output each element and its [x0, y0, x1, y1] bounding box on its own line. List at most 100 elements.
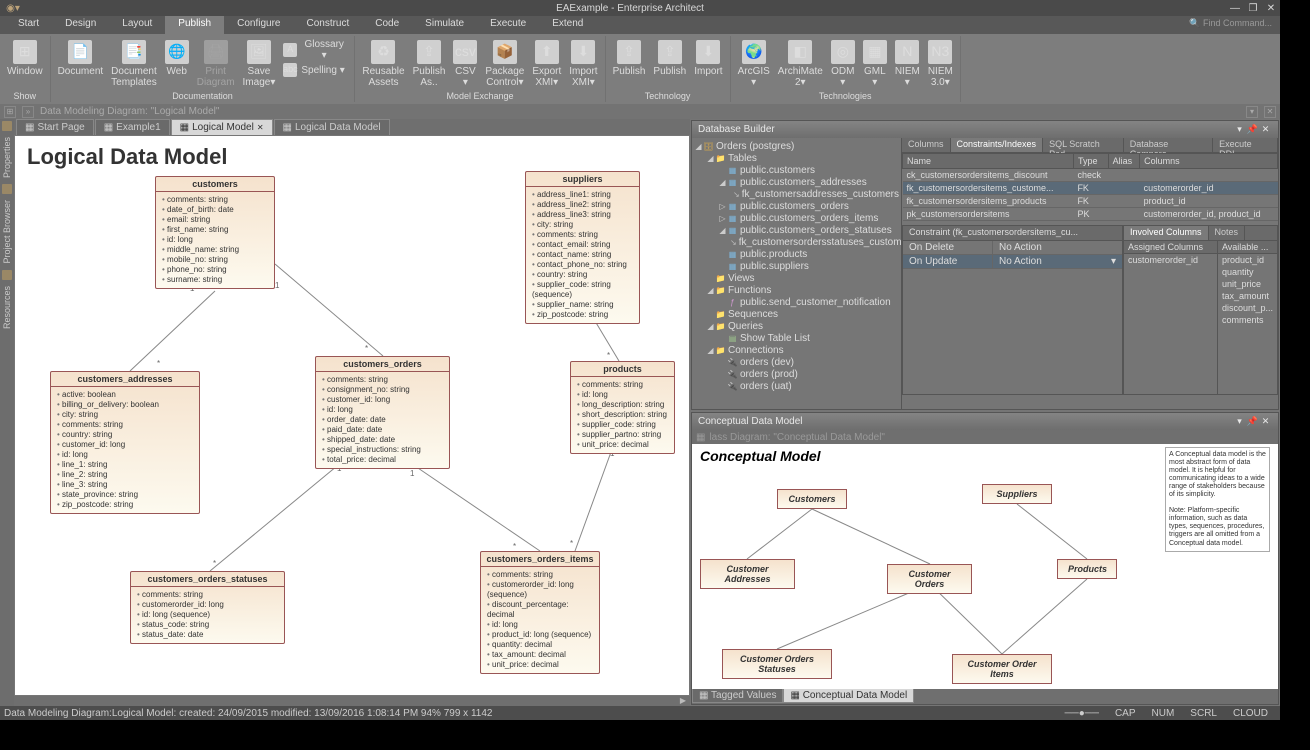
ribbon-import[interactable]: ⬇ImportXMI▾: [565, 38, 601, 90]
rail-tab-properties[interactable]: Properties: [1, 133, 13, 182]
involved-columns-panel[interactable]: Involved ColumnsNotes Assigned Columns c…: [1123, 225, 1278, 395]
conceptual-entity[interactable]: Products: [1057, 559, 1117, 579]
rail-tab-projectbrowser[interactable]: Project Browser: [1, 196, 13, 268]
entity-products[interactable]: productscomments: stringid: longlong_des…: [570, 361, 675, 454]
menu-tab-design[interactable]: Design: [52, 16, 109, 34]
entity-customers_orders_statuses[interactable]: customers_orders_statusescomments: strin…: [130, 571, 285, 644]
ribbon-publish[interactable]: ⇪Publish: [649, 38, 690, 79]
status-zoom-slider[interactable]: ──●──: [1057, 708, 1107, 719]
tree-node[interactable]: ▷▦public.customers_orders_items: [692, 212, 901, 224]
find-command-input[interactable]: 🔍 Find Command...: [1181, 16, 1280, 34]
ribbon-niem[interactable]: NNIEM▾: [891, 38, 924, 90]
grid-row[interactable]: fk_customersordersitems_productsFKproduc…: [903, 195, 1278, 208]
rail-icon[interactable]: [2, 184, 12, 194]
cd-bottom-tab[interactable]: ▦ Conceptual Data Model: [783, 689, 914, 703]
tree-node[interactable]: ▦public.customers: [692, 164, 901, 176]
panel-pin-icon[interactable]: 📌: [1246, 124, 1259, 135]
menu-tab-construct[interactable]: Construct: [293, 16, 362, 34]
app-menu-icon[interactable]: ◉▾: [3, 2, 23, 14]
menu-tab-extend[interactable]: Extend: [539, 16, 596, 34]
rail-icon[interactable]: [2, 270, 12, 280]
ribbon-publish[interactable]: ⇪PublishAs..: [409, 38, 450, 90]
tree-node[interactable]: ◢🗄Orders (postgres): [692, 140, 901, 152]
ribbon-glossary[interactable]: AGlossary ▾: [279, 38, 351, 62]
ribbon-publish[interactable]: ⇪Publish: [609, 38, 650, 79]
ribbon-import[interactable]: ⬇Import: [690, 38, 726, 79]
close-icon[interactable]: ✕: [1265, 3, 1277, 14]
grid-header[interactable]: Alias: [1108, 154, 1139, 169]
available-column[interactable]: comments: [1218, 314, 1277, 326]
db-tab[interactable]: Constraints/Indexes: [951, 138, 1044, 152]
tree-node[interactable]: ▦public.products: [692, 248, 901, 260]
rail-tab-resources[interactable]: Resources: [1, 282, 13, 333]
constraints-grid[interactable]: NameTypeAliasColumnsck_customersordersit…: [902, 153, 1278, 225]
ribbon-print[interactable]: 🖨PrintDiagram: [193, 38, 239, 90]
entity-suppliers[interactable]: suppliersaddress_line1: stringaddress_li…: [525, 171, 640, 324]
doc-tab[interactable]: ▦Example1: [95, 119, 170, 135]
nav-fwd-icon[interactable]: »: [22, 106, 34, 118]
entity-customers_addresses[interactable]: customers_addressesactive: booleanbillin…: [50, 371, 200, 514]
rail-icon[interactable]: [2, 121, 12, 131]
tree-twisty-icon[interactable]: ◢: [706, 322, 715, 331]
menu-tab-configure[interactable]: Configure: [224, 16, 293, 34]
doc-tab[interactable]: ▦Start Page: [16, 119, 94, 135]
breadcrumb-dropdown-icon[interactable]: ▾: [1246, 106, 1258, 118]
panel-dropdown-icon[interactable]: ▾: [1233, 124, 1246, 135]
tree-twisty-icon[interactable]: ◢: [706, 346, 715, 355]
tree-twisty-icon[interactable]: ◢: [718, 178, 727, 187]
tree-twisty-icon[interactable]: ▷: [718, 214, 727, 223]
doc-tab[interactable]: ▦Logical Model✕: [171, 119, 273, 135]
tree-node[interactable]: ▦public.suppliers: [692, 260, 901, 272]
ribbon-odm[interactable]: ◎ODM▾: [827, 38, 859, 90]
panel-close-icon[interactable]: ✕: [1259, 124, 1272, 135]
conceptual-entity[interactable]: Suppliers: [982, 484, 1052, 504]
panel-close-icon[interactable]: ✕: [1259, 416, 1272, 427]
menu-tab-simulate[interactable]: Simulate: [412, 16, 477, 34]
tree-node[interactable]: ◢📁Functions: [692, 284, 901, 296]
ribbon-arcgis[interactable]: 🌍ArcGIS▾: [734, 38, 774, 90]
tree-node[interactable]: 🔌orders (prod): [692, 368, 901, 380]
grid-header[interactable]: Name: [903, 154, 1074, 169]
tree-node[interactable]: ↘fk_customersordersstatuses_customersord…: [692, 236, 901, 248]
conceptual-entity[interactable]: Customer Order Items: [952, 654, 1052, 684]
tree-twisty-icon[interactable]: ▷: [718, 202, 727, 211]
grid-row[interactable]: pk_customersordersitemsPKcustomerorder_i…: [903, 208, 1278, 221]
db-tree[interactable]: ◢🗄Orders (postgres)◢📁Tables▦public.custo…: [692, 138, 902, 409]
tree-node[interactable]: ƒpublic.send_customer_notification: [692, 296, 901, 308]
property-row[interactable]: On DeleteNo Action: [903, 241, 1122, 255]
maximize-icon[interactable]: ❐: [1247, 3, 1259, 14]
dropdown-icon[interactable]: ▾: [1111, 256, 1116, 267]
conceptual-entity[interactable]: Customers: [777, 489, 847, 509]
available-column[interactable]: discount_p...: [1218, 302, 1277, 314]
tree-node[interactable]: 📁Views: [692, 272, 901, 284]
conceptual-entity[interactable]: Customer Orders Statuses: [722, 649, 832, 679]
db-tab[interactable]: Execute DDL: [1213, 138, 1278, 152]
breadcrumb-close-icon[interactable]: ✕: [1264, 106, 1276, 118]
ribbon-save[interactable]: 🖼SaveImage▾: [239, 38, 280, 90]
ribbon-window[interactable]: ⊞Window: [3, 38, 47, 79]
scroll-right-icon[interactable]: ▶: [676, 696, 690, 706]
tree-twisty-icon[interactable]: ◢: [706, 286, 715, 295]
tree-twisty-icon[interactable]: ◢: [694, 142, 703, 151]
ribbon-web[interactable]: 🌐Web: [161, 38, 193, 79]
ribbon-csv[interactable]: csvCSV▾: [449, 38, 481, 90]
available-column[interactable]: unit_price: [1218, 278, 1277, 290]
tab-close-icon[interactable]: ✕: [257, 123, 264, 132]
tree-node[interactable]: 📁Sequences: [692, 308, 901, 320]
panel-pin-icon[interactable]: 📌: [1246, 416, 1259, 427]
grid-header[interactable]: Type: [1073, 154, 1108, 169]
available-column[interactable]: tax_amount: [1218, 290, 1277, 302]
involved-tab[interactable]: Notes: [1209, 226, 1246, 240]
entity-customers[interactable]: customerscomments: stringdate_of_birth: …: [155, 176, 275, 289]
assigned-column[interactable]: customerorder_id: [1124, 254, 1217, 266]
tree-node[interactable]: ◢📁Tables: [692, 152, 901, 164]
tree-node[interactable]: ◢▦public.customers_addresses: [692, 176, 901, 188]
ribbon-niem[interactable]: N3NIEM3.0▾: [924, 38, 957, 90]
conceptual-entity[interactable]: Customer Addresses: [700, 559, 795, 589]
tree-node[interactable]: ▤Show Table List: [692, 332, 901, 344]
tree-node[interactable]: ◢📁Connections: [692, 344, 901, 356]
tree-node[interactable]: ↘fk_customersaddresses_customers: [692, 188, 901, 200]
tree-node[interactable]: 🔌orders (dev): [692, 356, 901, 368]
entity-customers_orders[interactable]: customers_orderscomments: stringconsignm…: [315, 356, 450, 469]
menu-tab-code[interactable]: Code: [362, 16, 412, 34]
